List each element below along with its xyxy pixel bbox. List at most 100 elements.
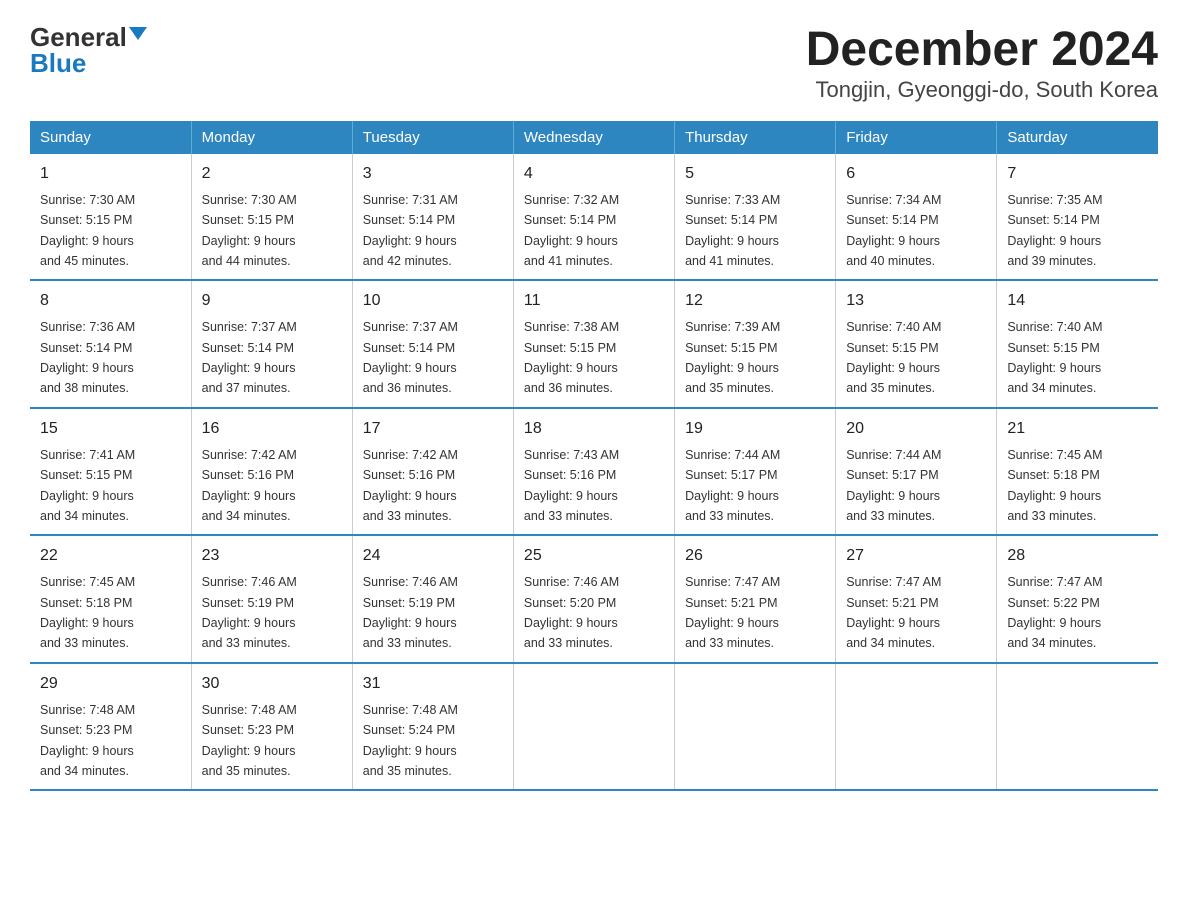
day-info: Sunrise: 7:31 AM Sunset: 5:14 PM Dayligh… [363,193,458,268]
day-info: Sunrise: 7:48 AM Sunset: 5:24 PM Dayligh… [363,703,458,778]
day-number: 23 [202,544,342,568]
day-info: Sunrise: 7:47 AM Sunset: 5:21 PM Dayligh… [685,575,780,650]
day-info: Sunrise: 7:30 AM Sunset: 5:15 PM Dayligh… [40,193,135,268]
day-info: Sunrise: 7:47 AM Sunset: 5:22 PM Dayligh… [1007,575,1102,650]
day-number: 27 [846,544,986,568]
day-info: Sunrise: 7:41 AM Sunset: 5:15 PM Dayligh… [40,448,135,523]
calendar-week-5: 29 Sunrise: 7:48 AM Sunset: 5:23 PM Dayl… [30,663,1158,791]
day-number: 31 [363,672,503,696]
calendar-header-row: SundayMondayTuesdayWednesdayThursdayFrid… [30,121,1158,154]
day-number: 14 [1007,289,1148,313]
calendar-cell: 11 Sunrise: 7:38 AM Sunset: 5:15 PM Dayl… [513,280,674,408]
day-number: 12 [685,289,825,313]
day-info: Sunrise: 7:42 AM Sunset: 5:16 PM Dayligh… [202,448,297,523]
day-number: 17 [363,417,503,441]
calendar-cell: 16 Sunrise: 7:42 AM Sunset: 5:16 PM Dayl… [191,408,352,536]
day-number: 28 [1007,544,1148,568]
day-number: 29 [40,672,181,696]
day-info: Sunrise: 7:36 AM Sunset: 5:14 PM Dayligh… [40,320,135,395]
day-info: Sunrise: 7:39 AM Sunset: 5:15 PM Dayligh… [685,320,780,395]
calendar-cell: 14 Sunrise: 7:40 AM Sunset: 5:15 PM Dayl… [997,280,1158,408]
calendar-header-monday: Monday [191,121,352,154]
calendar-header-sunday: Sunday [30,121,191,154]
day-info: Sunrise: 7:47 AM Sunset: 5:21 PM Dayligh… [846,575,941,650]
calendar-cell: 22 Sunrise: 7:45 AM Sunset: 5:18 PM Dayl… [30,535,191,663]
calendar-week-3: 15 Sunrise: 7:41 AM Sunset: 5:15 PM Dayl… [30,408,1158,536]
day-info: Sunrise: 7:32 AM Sunset: 5:14 PM Dayligh… [524,193,619,268]
calendar-week-2: 8 Sunrise: 7:36 AM Sunset: 5:14 PM Dayli… [30,280,1158,408]
calendar-cell: 21 Sunrise: 7:45 AM Sunset: 5:18 PM Dayl… [997,408,1158,536]
calendar-cell: 2 Sunrise: 7:30 AM Sunset: 5:15 PM Dayli… [191,154,352,281]
calendar-header-saturday: Saturday [997,121,1158,154]
calendar-cell [675,663,836,791]
calendar-cell: 19 Sunrise: 7:44 AM Sunset: 5:17 PM Dayl… [675,408,836,536]
day-info: Sunrise: 7:40 AM Sunset: 5:15 PM Dayligh… [1007,320,1102,395]
day-info: Sunrise: 7:40 AM Sunset: 5:15 PM Dayligh… [846,320,941,395]
calendar-table: SundayMondayTuesdayWednesdayThursdayFrid… [30,121,1158,792]
calendar-cell: 13 Sunrise: 7:40 AM Sunset: 5:15 PM Dayl… [836,280,997,408]
day-number: 11 [524,289,664,313]
page-subtitle: Tongjin, Gyeonggi-do, South Korea [806,77,1158,103]
calendar-cell: 23 Sunrise: 7:46 AM Sunset: 5:19 PM Dayl… [191,535,352,663]
calendar-cell: 1 Sunrise: 7:30 AM Sunset: 5:15 PM Dayli… [30,154,191,281]
calendar-cell: 15 Sunrise: 7:41 AM Sunset: 5:15 PM Dayl… [30,408,191,536]
calendar-cell: 7 Sunrise: 7:35 AM Sunset: 5:14 PM Dayli… [997,154,1158,281]
day-number: 18 [524,417,664,441]
calendar-cell: 18 Sunrise: 7:43 AM Sunset: 5:16 PM Dayl… [513,408,674,536]
day-number: 20 [846,417,986,441]
calendar-cell: 12 Sunrise: 7:39 AM Sunset: 5:15 PM Dayl… [675,280,836,408]
day-info: Sunrise: 7:45 AM Sunset: 5:18 PM Dayligh… [40,575,135,650]
calendar-cell: 25 Sunrise: 7:46 AM Sunset: 5:20 PM Dayl… [513,535,674,663]
calendar-cell: 9 Sunrise: 7:37 AM Sunset: 5:14 PM Dayli… [191,280,352,408]
day-number: 16 [202,417,342,441]
calendar-header-friday: Friday [836,121,997,154]
day-info: Sunrise: 7:46 AM Sunset: 5:19 PM Dayligh… [202,575,297,650]
calendar-cell: 27 Sunrise: 7:47 AM Sunset: 5:21 PM Dayl… [836,535,997,663]
calendar-cell: 24 Sunrise: 7:46 AM Sunset: 5:19 PM Dayl… [352,535,513,663]
day-number: 5 [685,162,825,186]
calendar-header-thursday: Thursday [675,121,836,154]
day-info: Sunrise: 7:44 AM Sunset: 5:17 PM Dayligh… [846,448,941,523]
day-number: 15 [40,417,181,441]
calendar-cell: 31 Sunrise: 7:48 AM Sunset: 5:24 PM Dayl… [352,663,513,791]
calendar-cell: 20 Sunrise: 7:44 AM Sunset: 5:17 PM Dayl… [836,408,997,536]
calendar-cell [997,663,1158,791]
day-number: 3 [363,162,503,186]
day-info: Sunrise: 7:42 AM Sunset: 5:16 PM Dayligh… [363,448,458,523]
calendar-cell: 17 Sunrise: 7:42 AM Sunset: 5:16 PM Dayl… [352,408,513,536]
day-number: 19 [685,417,825,441]
logo: General Blue [30,24,147,76]
day-info: Sunrise: 7:37 AM Sunset: 5:14 PM Dayligh… [363,320,458,395]
calendar-cell: 6 Sunrise: 7:34 AM Sunset: 5:14 PM Dayli… [836,154,997,281]
day-number: 26 [685,544,825,568]
day-info: Sunrise: 7:46 AM Sunset: 5:19 PM Dayligh… [363,575,458,650]
calendar-cell: 28 Sunrise: 7:47 AM Sunset: 5:22 PM Dayl… [997,535,1158,663]
calendar-cell: 29 Sunrise: 7:48 AM Sunset: 5:23 PM Dayl… [30,663,191,791]
calendar-cell: 10 Sunrise: 7:37 AM Sunset: 5:14 PM Dayl… [352,280,513,408]
calendar-cell: 3 Sunrise: 7:31 AM Sunset: 5:14 PM Dayli… [352,154,513,281]
day-info: Sunrise: 7:45 AM Sunset: 5:18 PM Dayligh… [1007,448,1102,523]
day-number: 21 [1007,417,1148,441]
calendar-cell: 26 Sunrise: 7:47 AM Sunset: 5:21 PM Dayl… [675,535,836,663]
calendar-header-wednesday: Wednesday [513,121,674,154]
day-number: 1 [40,162,181,186]
calendar-week-1: 1 Sunrise: 7:30 AM Sunset: 5:15 PM Dayli… [30,154,1158,281]
day-info: Sunrise: 7:37 AM Sunset: 5:14 PM Dayligh… [202,320,297,395]
day-info: Sunrise: 7:33 AM Sunset: 5:14 PM Dayligh… [685,193,780,268]
day-number: 9 [202,289,342,313]
calendar-cell: 5 Sunrise: 7:33 AM Sunset: 5:14 PM Dayli… [675,154,836,281]
calendar-cell: 8 Sunrise: 7:36 AM Sunset: 5:14 PM Dayli… [30,280,191,408]
day-info: Sunrise: 7:48 AM Sunset: 5:23 PM Dayligh… [40,703,135,778]
day-number: 6 [846,162,986,186]
day-number: 7 [1007,162,1148,186]
calendar-cell: 4 Sunrise: 7:32 AM Sunset: 5:14 PM Dayli… [513,154,674,281]
calendar-cell: 30 Sunrise: 7:48 AM Sunset: 5:23 PM Dayl… [191,663,352,791]
day-number: 25 [524,544,664,568]
calendar-cell [836,663,997,791]
day-info: Sunrise: 7:38 AM Sunset: 5:15 PM Dayligh… [524,320,619,395]
calendar-header-tuesday: Tuesday [352,121,513,154]
day-info: Sunrise: 7:44 AM Sunset: 5:17 PM Dayligh… [685,448,780,523]
page-title: December 2024 [806,24,1158,77]
calendar-cell [513,663,674,791]
day-number: 13 [846,289,986,313]
